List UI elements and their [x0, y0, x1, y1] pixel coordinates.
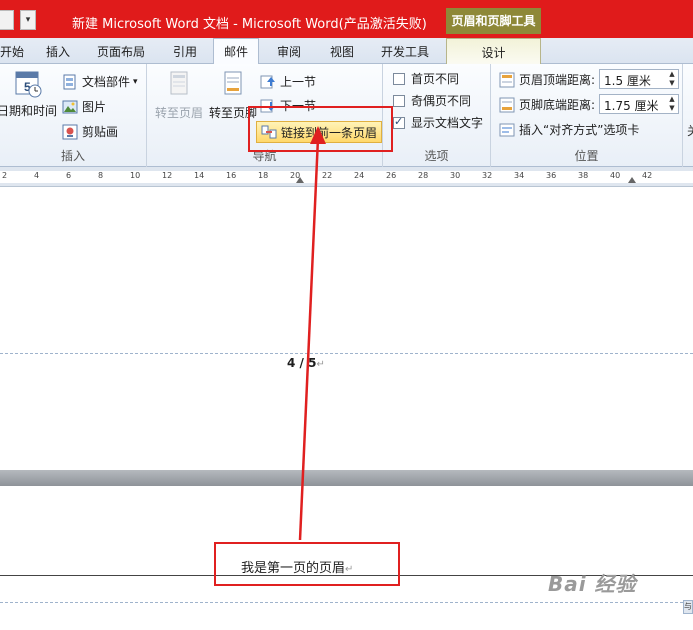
ruler-track: 2 4 6 8 10 12 14 16 18 20 22 24 26 28 30 32 34 36 38 40 42 — [0, 171, 693, 183]
ruler-tick-label: 40 — [610, 171, 621, 180]
alignment-tab-icon — [499, 123, 515, 136]
corner-button[interactable]: 与 — [683, 600, 693, 614]
ribbon-tabs: 开始 插入 页面布局 引用 邮件 审阅 视图 开发工具 设计 — [0, 38, 693, 65]
header-distance-icon — [499, 72, 515, 87]
options-group: 首页不同 奇偶页不同 显示文档文字 选项 — [383, 64, 491, 167]
checkbox-icon — [393, 94, 405, 107]
arrow-up-icon — [260, 75, 275, 88]
ruler-tick-label: 16 — [226, 171, 237, 180]
picture-button[interactable]: 图片 — [62, 98, 106, 115]
goto-header-icon — [170, 71, 188, 95]
ruler-tick-label: 6 — [66, 171, 72, 180]
first-page-different-label: 首页不同 — [411, 72, 460, 86]
ruler-tick-label: 8 — [98, 171, 104, 180]
date-time-label: 日期和时间 — [0, 104, 57, 118]
tab-design[interactable]: 设计 — [446, 38, 541, 65]
highlight-box-ribbon — [248, 106, 393, 152]
clip-art-label: 剪贴画 — [82, 125, 119, 139]
previous-section-button[interactable]: 上一节 — [260, 73, 316, 90]
spinner-arrows-icon[interactable]: ▲ ▼ — [666, 70, 678, 88]
picture-icon — [62, 100, 78, 113]
page-number: 4 / 5↵ — [287, 356, 325, 370]
dropdown-arrow-icon: ▾ — [133, 76, 138, 87]
ruler-tick-label: 30 — [450, 171, 461, 180]
tab-review[interactable]: 审阅 — [277, 43, 301, 60]
qat-dropdown-icon[interactable]: ▾ — [20, 10, 36, 30]
tab-page-layout[interactable]: 页面布局 — [97, 43, 145, 60]
tab-developer[interactable]: 开发工具 — [381, 43, 429, 60]
ruler-tick-label: 36 — [546, 171, 557, 180]
checkbox-checked-icon — [393, 115, 405, 129]
indent-marker-icon[interactable] — [296, 177, 304, 183]
tab-references[interactable]: 引用 — [173, 43, 197, 60]
spinner-arrows-icon[interactable]: ▲ ▼ — [666, 95, 678, 113]
right-indent-marker-icon[interactable] — [628, 177, 636, 183]
previous-section-label: 上一节 — [280, 75, 317, 89]
show-document-text-label: 显示文档文字 — [411, 116, 484, 130]
ruler-tick-label: 14 — [194, 171, 205, 180]
goto-footer-icon — [224, 71, 242, 95]
ruler-tick-label: 28 — [418, 171, 429, 180]
picture-label: 图片 — [82, 100, 107, 114]
position-group: 页眉顶端距离: 1.5 厘米 ▲ ▼ 页脚底端距离: 1.75 厘米 ▲ ▼ 插入“… — [491, 64, 683, 167]
footer-bottom-distance-input[interactable]: 1.75 厘米 ▲ ▼ — [599, 94, 679, 114]
goto-header-label: 转至页眉 — [154, 106, 203, 120]
header-top-distance-label: 页眉顶端距离: — [499, 71, 595, 88]
ruler-tick-label: 26 — [386, 171, 397, 180]
footer-bottom-distance-label: 页脚底端距离: — [499, 96, 595, 113]
ruler-tick-label: 38 — [578, 171, 589, 180]
header-boundary — [0, 602, 693, 603]
doc-parts-button[interactable]: 文档部件 ▾ — [62, 73, 138, 90]
tab-mailings[interactable]: 邮件 — [213, 38, 260, 65]
paragraph-mark: ↵ — [316, 359, 325, 370]
ruler-tick-label: 2 — [2, 171, 8, 180]
context-tab-title: 页眉和页脚工具 — [446, 8, 541, 34]
ruler-tick-label: 24 — [354, 171, 365, 180]
position-group-label: 位置 — [574, 149, 599, 163]
ruler-tick-label: 18 — [258, 171, 269, 180]
ruler-tick-label: 22 — [322, 171, 333, 180]
title-bar: ▾ 新建 Microsoft Word 文档 - Microsoft Word(… — [0, 0, 693, 38]
odd-even-different-label: 奇偶页不同 — [411, 94, 472, 108]
document-page[interactable] — [0, 188, 693, 470]
window-title: 新建 Microsoft Word 文档 - Microsoft Word(产品… — [72, 17, 427, 32]
doc-parts-icon — [63, 74, 76, 89]
ruler-tick-label: 10 — [130, 171, 141, 180]
horizontal-ruler[interactable]: 2 4 6 8 10 12 14 16 18 20 22 24 26 28 30 32 34 36 38 40 42 — [0, 167, 693, 187]
clipped-group-label: 关 — [687, 122, 693, 139]
clip-art-icon — [62, 124, 78, 139]
ruler-tick-label: 32 — [482, 171, 493, 180]
ruler-tick-label: 4 — [34, 171, 40, 180]
highlight-box-header — [214, 542, 400, 586]
header-top-distance-input[interactable]: 1.5 厘米 ▲ ▼ — [599, 69, 679, 89]
insert-alignment-tab-button[interactable]: 插入“对齐方式”选项卡 — [499, 121, 639, 138]
clip-art-button[interactable]: 剪贴画 — [62, 123, 118, 140]
checkbox-icon — [393, 72, 405, 85]
doc-parts-label: 文档部件 — [82, 75, 131, 89]
footer-boundary — [0, 353, 693, 354]
tab-view[interactable]: 视图 — [330, 43, 354, 60]
calendar-icon: 5 — [15, 71, 42, 98]
date-time-button[interactable]: 5 日期和时间 — [0, 68, 60, 119]
show-document-text-checkbox[interactable]: 显示文档文字 — [393, 114, 483, 131]
ruler-tick-label: 34 — [514, 171, 525, 180]
quick-access-toolbar: ▾ — [0, 10, 36, 32]
ruler-tick-label: 12 — [162, 171, 173, 180]
options-group-label: 选项 — [424, 149, 449, 163]
ruler-tick-label: 42 — [642, 171, 653, 180]
baidu-watermark: Bai 经验 — [548, 572, 637, 596]
qat-button[interactable] — [0, 10, 14, 30]
page-gap — [0, 470, 693, 486]
insert-group-label: 插入 — [60, 149, 85, 163]
insert-group: 5 日期和时间 文档部件 ▾ 图片 剪贴画 插入 — [0, 64, 147, 167]
tab-insert[interactable]: 插入 — [46, 43, 70, 60]
tab-home[interactable]: 开始 — [0, 43, 24, 60]
goto-header-button[interactable]: 转至页眉 — [151, 70, 207, 121]
odd-even-different-checkbox[interactable]: 奇偶页不同 — [393, 92, 471, 109]
footer-distance-icon — [499, 97, 515, 112]
first-page-different-checkbox[interactable]: 首页不同 — [393, 70, 459, 87]
